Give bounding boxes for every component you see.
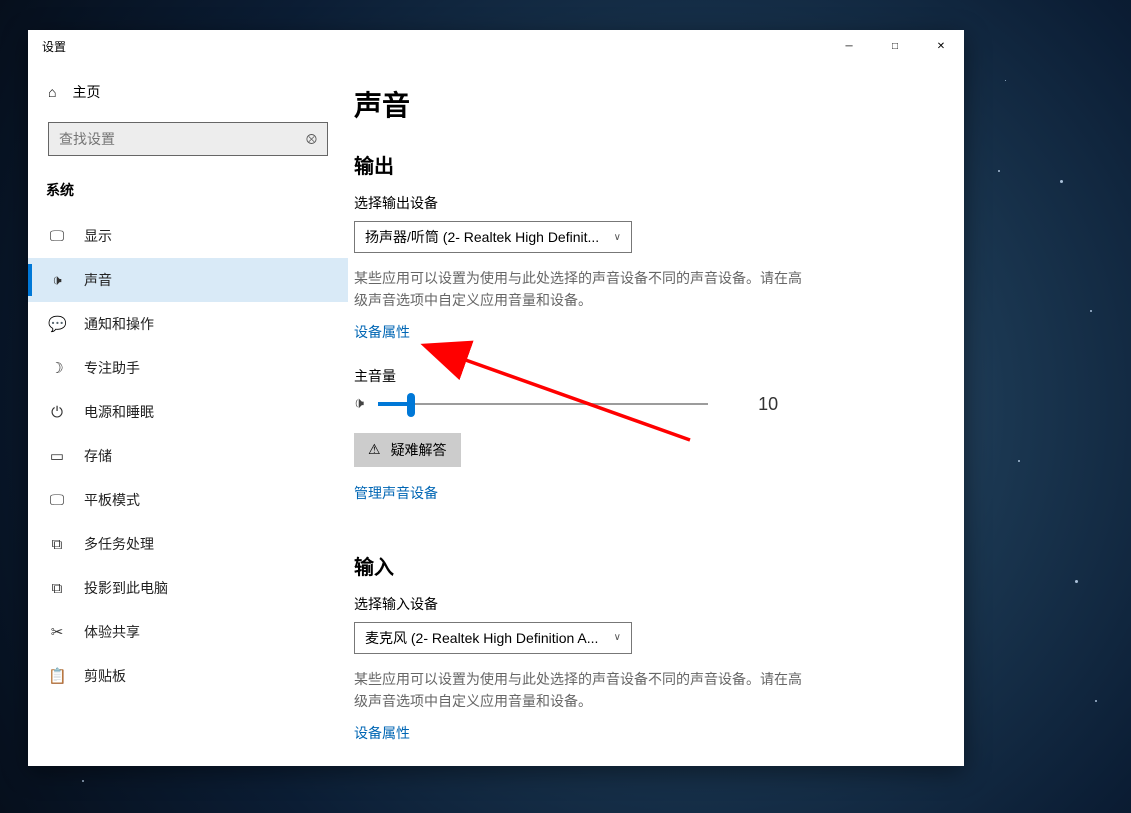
home-icon: ⌂ [48,84,56,100]
focus-icon: ☽ [48,359,66,377]
sidebar-item-power[interactable]: ⏻ 电源和睡眠 [28,390,348,434]
warning-icon: ⚠ [368,441,381,458]
sidebar-item-label: 存储 [84,446,112,466]
chevron-down-icon: ∨ [614,632,621,643]
sidebar-item-label: 投影到此电脑 [84,578,168,598]
master-volume-label: 主音量 [354,366,878,386]
sidebar-item-label: 专注助手 [84,358,140,378]
input-device-value: 麦克风 (2- Realtek High Definition A... [365,628,598,648]
sound-icon: 🕩 [48,272,66,289]
output-section: 输出 选择输出设备 扬声器/听筒 (2- Realtek High Defini… [354,150,878,521]
output-device-label: 选择输出设备 [354,193,878,213]
output-header: 输出 [354,150,878,179]
sidebar-item-label: 剪贴板 [84,666,126,686]
sidebar-item-label: 体验共享 [84,622,140,642]
slider-track[interactable] [378,403,708,405]
sidebar-item-project[interactable]: ⧉ 投影到此电脑 [28,566,348,610]
home-button[interactable]: ⌂ 主页 [28,72,348,112]
troubleshoot-label: 疑难解答 [391,440,447,460]
output-device-select[interactable]: 扬声器/听筒 (2- Realtek High Definit... ∨ [354,221,632,253]
search-input[interactable]: ⮾ [48,122,328,156]
tablet-icon: 🖵 [48,492,66,509]
output-device-value: 扬声器/听筒 (2- Realtek High Definit... [365,227,599,247]
nav-list: 🖵 显示 🕩 声音 💬 通知和操作 ☽ 专注助手 ⏻ 电源和睡眠 [28,214,348,698]
sidebar-item-clipboard[interactable]: 📋 剪贴板 [28,654,348,698]
titlebar[interactable]: 设置 ─ □ ✕ [28,30,964,62]
power-icon: ⏻ [48,404,66,421]
output-desc: 某些应用可以设置为使用与此处选择的声音设备不同的声音设备。请在高级声音选项中自定… [354,267,814,312]
share-icon: ✂ [48,623,66,641]
page-title: 声音 [354,84,878,124]
sidebar-item-storage[interactable]: ▭ 存储 [28,434,348,478]
master-volume-slider[interactable]: 🕩 10 [354,394,878,415]
main-content: 声音 输出 选择输出设备 扬声器/听筒 (2- Realtek High Def… [348,62,908,766]
sidebar-item-label: 电源和睡眠 [84,402,154,422]
clipboard-icon: 📋 [48,667,66,685]
master-volume-value: 10 [758,394,778,415]
sidebar-item-label: 显示 [84,226,112,246]
search-icon: ⮾ [306,131,317,148]
input-device-select[interactable]: 麦克风 (2- Realtek High Definition A... ∨ [354,622,632,654]
sidebar-item-label: 声音 [84,270,112,290]
notify-icon: 💬 [48,315,66,333]
sidebar-item-multitask[interactable]: ⧉ 多任务处理 [28,522,348,566]
input-desc: 某些应用可以设置为使用与此处选择的声音设备不同的声音设备。请在高级声音选项中自定… [354,668,814,713]
manage-sound-devices-link[interactable]: 管理声音设备 [354,483,438,503]
input-header: 输入 [354,551,878,580]
input-section: 输入 选择输入设备 麦克风 (2- Realtek High Definitio… [354,551,878,766]
sidebar-item-tablet[interactable]: 🖵 平板模式 [28,478,348,522]
sidebar-item-focus[interactable]: ☽ 专注助手 [28,346,348,390]
sidebar-item-label: 多任务处理 [84,534,154,554]
minimize-button[interactable]: ─ [826,30,872,62]
input-device-label: 选择输入设备 [354,594,878,614]
close-button[interactable]: ✕ [918,30,964,62]
multitask-icon: ⧉ [48,536,66,553]
slider-thumb[interactable] [407,393,415,417]
sidebar-group-label: 系统 [28,172,348,214]
display-icon: 🖵 [48,228,66,245]
storage-icon: ▭ [48,447,66,465]
input-device-properties-link[interactable]: 设备属性 [354,723,410,743]
project-icon: ⧉ [48,580,66,597]
search-field[interactable] [59,131,306,147]
sidebar: ⌂ 主页 ⮾ 系统 🖵 显示 🕩 声音 💬 通知和操作 [28,62,348,766]
sidebar-item-sound[interactable]: 🕩 声音 [28,258,348,302]
home-label: 主页 [72,82,100,102]
window-title: 设置 [42,38,66,55]
device-properties-link[interactable]: 设备属性 [354,322,410,342]
sidebar-item-notifications[interactable]: 💬 通知和操作 [28,302,348,346]
sidebar-item-label: 平板模式 [84,490,140,510]
chevron-down-icon: ∨ [614,232,621,243]
sidebar-item-shared[interactable]: ✂ 体验共享 [28,610,348,654]
volume-icon: 🕩 [354,395,364,413]
sidebar-item-display[interactable]: 🖵 显示 [28,214,348,258]
sidebar-item-label: 通知和操作 [84,314,154,334]
settings-window: 设置 ─ □ ✕ ⌂ 主页 ⮾ 系统 🖵 显示 🕩 [28,30,964,766]
maximize-button[interactable]: □ [872,30,918,62]
troubleshoot-button[interactable]: ⚠ 疑难解答 [354,433,461,467]
